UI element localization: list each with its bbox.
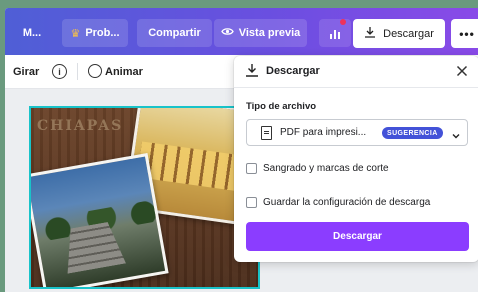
pyramid-ruins-photo[interactable]	[31, 152, 169, 287]
download-icon	[364, 26, 376, 41]
flip-label: Girar	[13, 65, 40, 78]
editor-window: M... ♛ Prob... Compartir Vista previa De…	[5, 8, 478, 292]
chevron-down-icon	[451, 128, 461, 139]
bleed-option[interactable]: Sangrado y marcas de corte	[246, 161, 389, 175]
close-icon[interactable]	[456, 64, 468, 77]
flip-button[interactable]: Girar	[13, 55, 39, 88]
suggestion-badge: SUGERENCIA	[382, 127, 443, 139]
more-options-button[interactable]: •••	[451, 19, 478, 48]
share-label: Compartir	[148, 27, 201, 39]
share-button[interactable]: Compartir	[137, 19, 212, 47]
file-icon	[261, 126, 272, 140]
menu-label: M...	[22, 27, 42, 39]
info-icon[interactable]: i	[52, 64, 67, 79]
crown-icon: ♛	[70, 27, 81, 40]
animate-button[interactable]: Animar	[105, 55, 143, 88]
file-type-label: Tipo de archivo	[246, 101, 317, 112]
top-toolbar: M... ♛ Prob... Compartir Vista previa De…	[5, 8, 478, 55]
insights-button[interactable]	[319, 19, 351, 47]
save-settings-checkbox[interactable]	[246, 196, 257, 208]
pro-label: Prob...	[85, 27, 120, 39]
download-submit-button[interactable]: Descargar	[246, 222, 469, 251]
preview-label: Vista previa	[238, 27, 301, 39]
panel-header: Descargar	[234, 56, 478, 87]
file-type-select[interactable]: PDF para impresi... SUGERENCIA	[246, 119, 468, 146]
toolbar-divider	[77, 63, 78, 80]
panel-title: Descargar	[266, 65, 320, 77]
animate-label: Animar	[105, 65, 143, 78]
bar-chart-icon	[330, 30, 340, 39]
download-icon	[245, 63, 259, 77]
download-panel: Descargar Tipo de archivo PDF para impre…	[234, 56, 478, 262]
bleed-label: Sangrado y marcas de corte	[263, 162, 389, 174]
panel-divider	[234, 87, 478, 88]
pro-button[interactable]: ♛ Prob...	[62, 19, 128, 47]
notification-dot	[340, 19, 346, 25]
file-type-value: PDF para impresi...	[280, 127, 367, 138]
save-settings-option[interactable]: Guardar la configuración de descarga	[246, 195, 430, 209]
more-label: •••	[459, 26, 475, 41]
save-settings-label: Guardar la configuración de descarga	[263, 196, 431, 208]
bleed-checkbox[interactable]	[246, 162, 257, 174]
design-title-text: CHIAPAS	[37, 118, 124, 134]
download-button-top[interactable]: Descargar	[353, 19, 445, 48]
eye-icon	[220, 27, 234, 39]
preview-button[interactable]: Vista previa	[214, 19, 307, 47]
design-page[interactable]: CHIAPAS	[29, 106, 260, 289]
download-submit-label: Descargar	[333, 231, 382, 242]
animate-icon	[88, 64, 102, 78]
download-top-label: Descargar	[383, 27, 434, 40]
menu-button[interactable]: M...	[11, 19, 53, 47]
